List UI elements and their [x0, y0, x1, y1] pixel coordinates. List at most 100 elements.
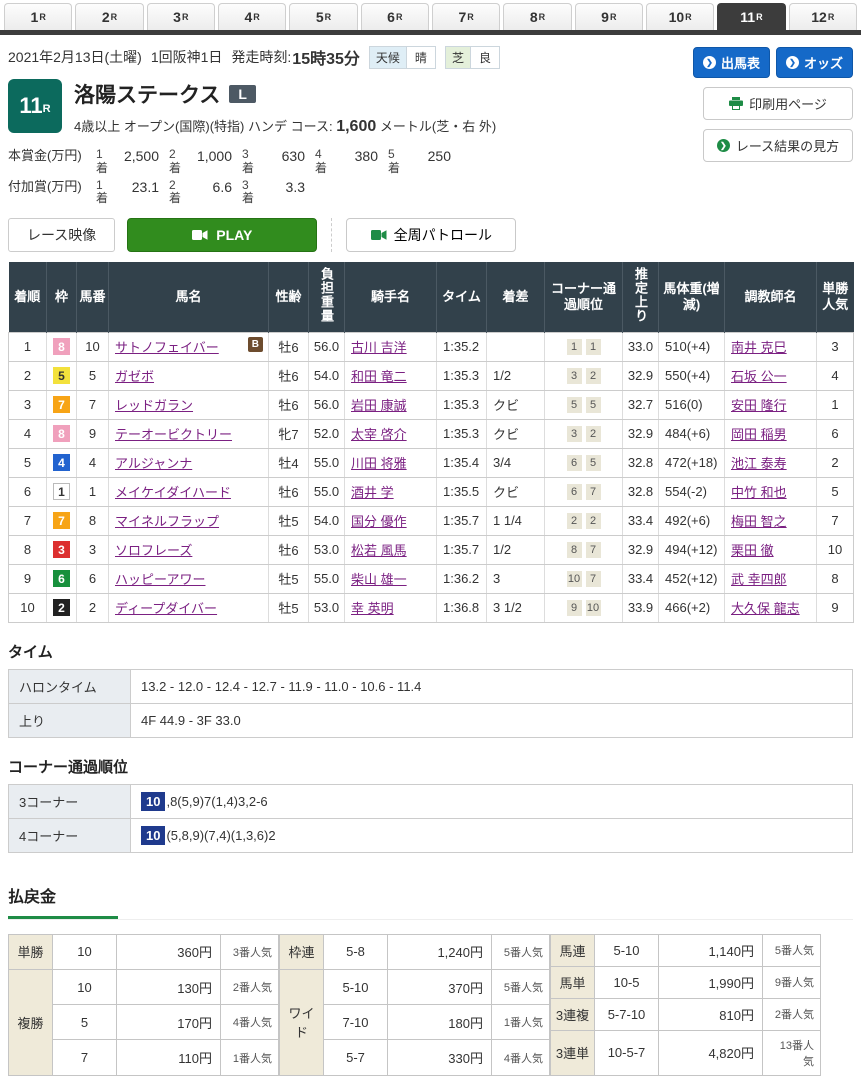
- cell-trainer: 大久保 龍志: [725, 593, 817, 622]
- time-row-value: 4F 44.9 - 3F 33.0: [131, 703, 853, 737]
- tab-6r[interactable]: 6R: [361, 3, 429, 30]
- trainer-link[interactable]: 武 幸四郎: [731, 572, 787, 587]
- cell-frame: 1: [47, 477, 77, 506]
- corner-position-badge: 7: [586, 484, 601, 500]
- shutsuba-button[interactable]: ❯ 出馬表: [693, 47, 770, 78]
- cell-trainer: 武 幸四郎: [725, 564, 817, 593]
- corner-row: 3コーナー10,8(5,9)7(1,4)3,2-6: [9, 784, 853, 818]
- tab-r-suffix: R: [39, 12, 46, 22]
- cell-corners: 65: [545, 448, 623, 477]
- cell-load: 56.0: [309, 332, 345, 361]
- tab-7r[interactable]: 7R: [432, 3, 500, 30]
- horse-link[interactable]: サトノフェイバー: [115, 340, 219, 355]
- trainer-link[interactable]: 岡田 稲男: [731, 427, 787, 442]
- tab-9r[interactable]: 9R: [575, 3, 643, 30]
- payout-row: 馬連5-101,140円5番人気: [551, 934, 821, 966]
- horse-link[interactable]: テーオービクトリー: [115, 427, 232, 442]
- prize-item: 2着6.6: [169, 179, 242, 207]
- patrol-button[interactable]: 全周パトロール: [346, 218, 516, 252]
- jockey-link[interactable]: 岩田 康誠: [351, 398, 407, 413]
- cell-margin: 1/2: [487, 361, 545, 390]
- corner-position-badge: 8: [567, 542, 582, 558]
- cell-corners: 67: [545, 477, 623, 506]
- tab-8r[interactable]: 8R: [503, 3, 571, 30]
- tab-number: 4: [245, 9, 253, 25]
- weather-value: 晴: [406, 47, 435, 68]
- prize-item: 1着23.1: [96, 179, 169, 207]
- jockey-link[interactable]: 川田 将雅: [351, 456, 407, 471]
- play-button[interactable]: PLAY: [127, 218, 317, 252]
- trainer-link[interactable]: 大久保 龍志: [731, 601, 800, 616]
- payout-amount: 330円: [388, 1040, 492, 1075]
- cell-load: 54.0: [309, 361, 345, 390]
- tab-1r[interactable]: 1R: [4, 3, 72, 30]
- payout-type: 複勝: [9, 969, 53, 1075]
- weather-badge: 天候 晴: [369, 46, 436, 69]
- horse-link[interactable]: レッドガラン: [115, 398, 193, 413]
- tab-12r[interactable]: 12R: [789, 3, 857, 30]
- tab-11r[interactable]: 11R: [717, 3, 785, 30]
- frame-badge: 8: [53, 338, 70, 355]
- jockey-link[interactable]: 柴山 雄一: [351, 572, 407, 587]
- tab-3r[interactable]: 3R: [147, 3, 215, 30]
- tab-number: 3: [173, 9, 181, 25]
- jockey-link[interactable]: 松若 風馬: [351, 543, 407, 558]
- print-button[interactable]: 印刷用ページ: [703, 87, 853, 120]
- cell-load: 55.0: [309, 564, 345, 593]
- tab-5r[interactable]: 5R: [289, 3, 357, 30]
- cell-jockey: 国分 優作: [345, 506, 437, 535]
- corner-position-badge: 5: [567, 397, 582, 413]
- cell-horse-weight: 472(+18): [659, 448, 725, 477]
- frame-badge: 7: [53, 396, 70, 413]
- horse-link[interactable]: ディープダイバー: [115, 601, 217, 616]
- payout-tables: 単勝10360円3番人気複勝10130円2番人気5170円4番人気7110円1番…: [8, 934, 853, 1076]
- jockey-link[interactable]: 古川 吉洋: [351, 340, 407, 355]
- horse-link[interactable]: マイネルフラップ: [115, 514, 219, 529]
- jockey-link[interactable]: 太宰 啓介: [351, 427, 407, 442]
- trainer-link[interactable]: 南井 克巳: [731, 340, 787, 355]
- turf-badge: 芝 良: [445, 46, 500, 69]
- cell-corners: 910: [545, 593, 623, 622]
- results-table: 着順枠馬番馬名性齢負担重量騎手名タイム着差コーナー通過順位推定上り馬体重(増減)…: [8, 262, 854, 623]
- time-row: 上り4F 44.9 - 3F 33.0: [9, 703, 853, 737]
- jockey-link[interactable]: 和田 竜二: [351, 369, 407, 384]
- horse-link[interactable]: アルジャンナ: [115, 456, 192, 471]
- cell-horse: メイケイダイハード: [109, 477, 269, 506]
- frame-badge: 1: [53, 483, 70, 500]
- tab-2r[interactable]: 2R: [75, 3, 143, 30]
- time-row: ハロンタイム13.2 - 12.0 - 12.4 - 12.7 - 11.9 -…: [9, 669, 853, 703]
- cell-pos: 10: [9, 593, 47, 622]
- payout-amount: 4,820円: [659, 1030, 763, 1075]
- tab-4r[interactable]: 4R: [218, 3, 286, 30]
- tab-10r[interactable]: 10R: [646, 3, 714, 30]
- time-row-value: 13.2 - 12.0 - 12.4 - 12.7 - 11.9 - 11.0 …: [131, 669, 853, 703]
- payout-amount: 180円: [388, 1005, 492, 1040]
- trainer-link[interactable]: 安田 隆行: [731, 398, 787, 413]
- payout-popularity: 9番人気: [763, 966, 821, 998]
- horse-link[interactable]: メイケイダイハード: [115, 485, 231, 500]
- trainer-link[interactable]: 梅田 智之: [731, 514, 787, 529]
- cell-pos: 6: [9, 477, 47, 506]
- corner-position-badge: 2: [586, 513, 601, 529]
- jockey-link[interactable]: 酒井 学: [351, 485, 394, 500]
- payout-popularity: 5番人気: [763, 934, 821, 966]
- trainer-link[interactable]: 石坂 公一: [731, 369, 787, 384]
- trainer-link[interactable]: 池江 泰寿: [731, 456, 787, 471]
- corner-position-badge: 3: [567, 368, 582, 384]
- horse-link[interactable]: ガゼボ: [115, 369, 154, 384]
- trainer-link[interactable]: 中竹 和也: [731, 485, 787, 500]
- corner-position-badge: 1: [586, 339, 601, 355]
- guide-button[interactable]: ❯ レース結果の見方: [703, 129, 853, 162]
- payout-type: 単勝: [9, 934, 53, 969]
- odds-button[interactable]: ❯ オッズ: [776, 47, 853, 78]
- cell-time: 1:36.2: [437, 564, 487, 593]
- corner-position-badge: 9: [567, 600, 582, 616]
- cell-last3f: 33.9: [623, 593, 659, 622]
- trainer-link[interactable]: 栗田 徹: [731, 543, 774, 558]
- horse-link[interactable]: ハッピーアワー: [115, 572, 205, 587]
- prize-rank: 2着: [169, 179, 186, 207]
- horse-link[interactable]: ソロフレーズ: [115, 543, 192, 558]
- jockey-link[interactable]: 幸 英明: [351, 601, 394, 616]
- cell-favorite: 9: [817, 593, 854, 622]
- jockey-link[interactable]: 国分 優作: [351, 514, 407, 529]
